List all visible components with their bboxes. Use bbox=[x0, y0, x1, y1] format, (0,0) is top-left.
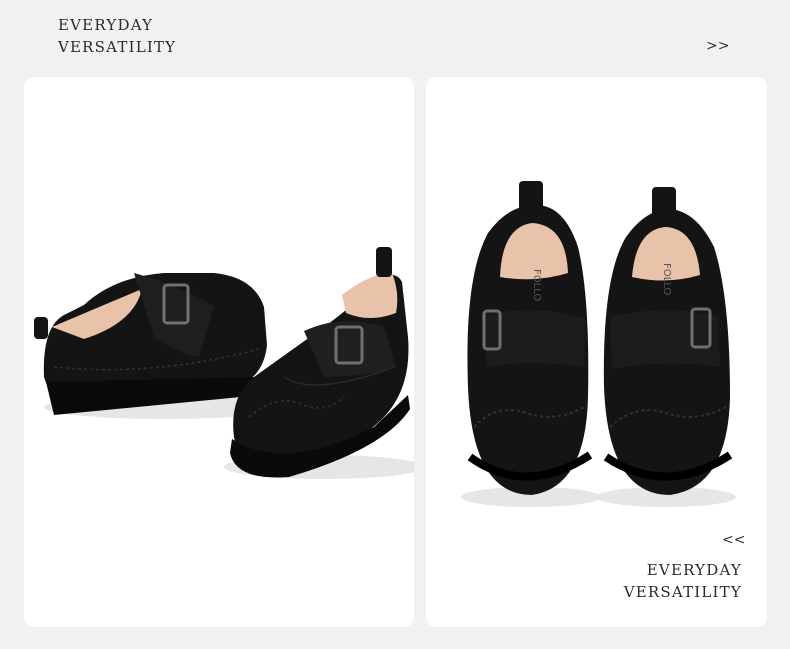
product-photo-side-view bbox=[24, 77, 414, 627]
shoes-front-view-image: FOLLO FOLLO bbox=[461, 181, 736, 507]
footer-title: EVERYDAY VERSATILITY bbox=[624, 559, 742, 603]
insole-brand-left: FOLLO bbox=[531, 269, 542, 301]
header-title-line1: EVERYDAY bbox=[58, 16, 154, 34]
prev-arrow-icon[interactable]: << bbox=[722, 532, 745, 548]
product-photo-front-view: FOLLO FOLLO bbox=[426, 77, 767, 627]
header-title: EVERYDAY VERSATILITY bbox=[58, 14, 176, 58]
shoes-side-view-image bbox=[34, 247, 414, 479]
next-arrow-icon[interactable]: >> bbox=[706, 38, 729, 54]
header-title-line2: VERSATILITY bbox=[58, 38, 177, 56]
insole-brand-right: FOLLO bbox=[661, 263, 672, 295]
footer-title-line2: VERSATILITY bbox=[623, 583, 742, 601]
footer-title-line1: EVERYDAY bbox=[646, 561, 742, 579]
